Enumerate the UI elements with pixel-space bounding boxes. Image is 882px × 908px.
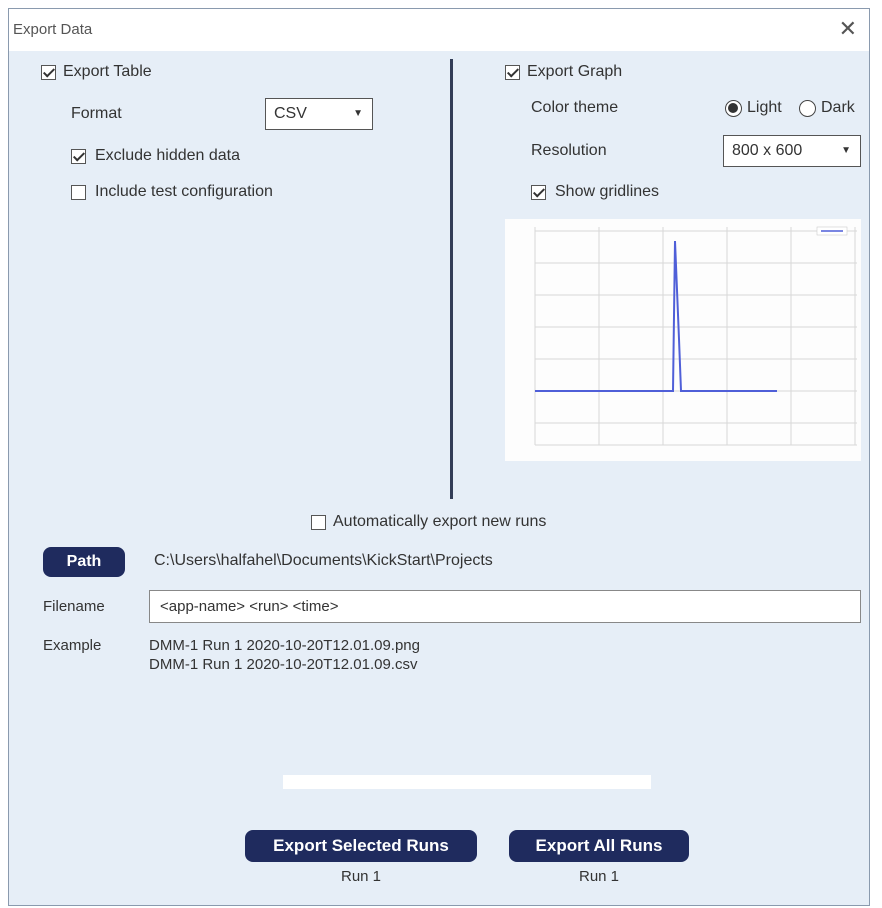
include-config-checkbox[interactable] (71, 185, 86, 200)
dropdown-arrow-icon: ▼ (841, 145, 851, 156)
exclude-hidden-checkbox[interactable] (71, 149, 86, 164)
theme-light-radio[interactable] (725, 100, 742, 117)
title-bar: Export Data ✕ (9, 9, 869, 51)
auto-export-label: Automatically export new runs (333, 513, 547, 530)
resolution-select-value: 800 x 600 (732, 142, 803, 159)
auto-export-checkbox[interactable] (311, 515, 326, 530)
dialog-title: Export Data (13, 21, 93, 38)
preview-gridlines (534, 227, 857, 446)
resolution-select[interactable]: 800 x 600 ▼ (723, 135, 861, 167)
filename-label: Filename (43, 598, 105, 615)
export-all-runs-sub: Run 1 (578, 868, 620, 885)
export-progress-bar (283, 775, 651, 789)
export-all-runs-button[interactable]: Export All Runs (509, 830, 689, 862)
color-theme-label: Color theme (531, 99, 619, 116)
export-selected-runs-button[interactable]: Export Selected Runs (245, 830, 477, 862)
format-select-value: CSV (274, 105, 307, 122)
filename-input[interactable]: <app-name> <run> <time> (149, 590, 861, 623)
export-selected-runs-sub: Run 1 (340, 868, 382, 885)
export-graph-label: Export Graph (527, 63, 623, 80)
theme-dark-radio[interactable] (799, 100, 816, 117)
format-select[interactable]: CSV ▼ (265, 98, 373, 130)
export-graph-checkbox[interactable] (505, 65, 520, 80)
exclude-hidden-label: Exclude hidden data (95, 147, 240, 164)
path-button[interactable]: Path (43, 547, 125, 577)
dropdown-arrow-icon: ▼ (353, 108, 363, 119)
show-gridlines-label: Show gridlines (555, 183, 660, 200)
example-line-csv: DMM-1 Run 1 2020-10-20T12.01.09.csv (149, 656, 418, 673)
export-table-label: Export Table (63, 63, 152, 80)
graph-preview (505, 219, 861, 461)
graph-preview-svg (534, 226, 857, 446)
theme-light-label: Light (747, 99, 782, 116)
section-divider (450, 59, 453, 499)
example-line-png: DMM-1 Run 1 2020-10-20T12.01.09.png (149, 637, 420, 654)
show-gridlines-checkbox[interactable] (531, 185, 546, 200)
format-label: Format (71, 105, 122, 122)
theme-dark-label: Dark (821, 99, 855, 116)
close-icon[interactable]: ✕ (839, 16, 857, 42)
export-data-dialog: Export Data ✕ Export Table Format CSV ▼ … (8, 8, 870, 906)
resolution-label: Resolution (531, 142, 607, 159)
export-table-checkbox[interactable] (41, 65, 56, 80)
example-label: Example (43, 637, 102, 654)
include-config-label: Include test configuration (95, 183, 273, 200)
path-value: C:\Users\halfahel\Documents\KickStart\Pr… (154, 552, 493, 569)
